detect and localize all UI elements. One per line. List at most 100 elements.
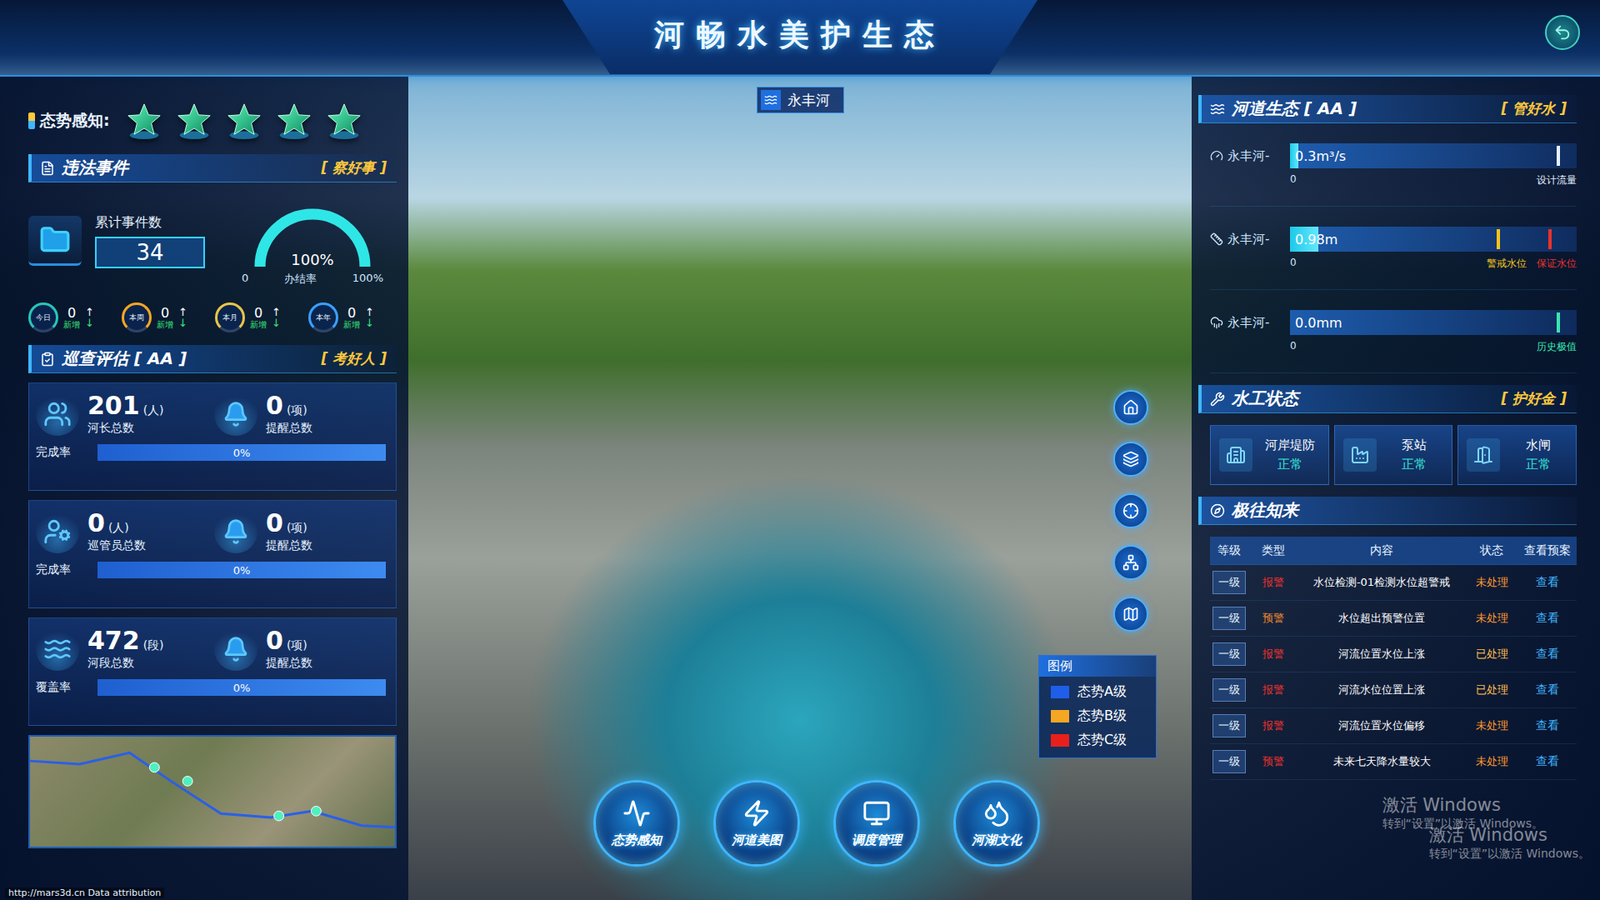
folder-pedestal	[28, 215, 82, 266]
trend-arrows: ↑↓	[365, 306, 375, 329]
type-cell: 报警	[1248, 682, 1299, 698]
legend-title: 图例	[1039, 655, 1156, 677]
tool-button[interactable]	[1113, 596, 1149, 632]
stat-label: 提醒总数	[265, 538, 313, 554]
people-icon	[43, 400, 72, 429]
facility-icon	[1350, 445, 1370, 465]
meter-value: 0.0mm	[1290, 315, 1343, 331]
map-icon	[1122, 605, 1140, 623]
panel-header: 极往知来	[1198, 496, 1577, 525]
facility-icon	[1225, 445, 1246, 465]
table-row: 一级报警河流位置水位偏移未处理查看	[1210, 708, 1577, 745]
scene-view[interactable]: 图例态势A级态势B级态势C级	[408, 113, 1192, 780]
trend-arrows: ↑↓	[85, 306, 95, 329]
grade-cell: 一级	[1210, 750, 1249, 774]
river-tag[interactable]: 永丰河	[756, 86, 845, 114]
view-link[interactable]: 查看	[1535, 610, 1560, 625]
trend-arrows: ↑↓	[178, 306, 188, 329]
meter-bar: 0.3m³/s	[1290, 143, 1577, 169]
stat-unit: (项)	[286, 520, 308, 536]
work-status: 正常	[1401, 456, 1427, 473]
work-tile[interactable]: 水闸正常	[1457, 425, 1577, 485]
tool-button[interactable]	[1113, 545, 1149, 580]
star-icon	[225, 101, 264, 140]
nav-button[interactable]: 河道美图	[713, 780, 800, 867]
tool-button[interactable]	[1113, 493, 1149, 529]
title-plate: 河畅水美护生态	[562, 0, 1038, 75]
watermark-copy: 激活 Windows转到“设置”以激活 Windows。	[1429, 823, 1590, 862]
stat: 0(人)巡管员总数	[35, 509, 208, 554]
total-label: 累计事件数	[95, 214, 222, 232]
document-icon	[40, 160, 55, 176]
mini-map[interactable]	[28, 735, 397, 849]
stat: 472(段)河段总数	[35, 626, 208, 671]
grade-cell: 一级	[1210, 642, 1249, 666]
stat-number: 0	[265, 509, 284, 537]
view-link[interactable]: 查看	[1535, 682, 1560, 696]
target-icon	[1122, 502, 1140, 520]
content-cell: 水位检测-01检测水位超警戒	[1298, 575, 1465, 590]
panel-motto: [ 管好水 ]	[1501, 99, 1567, 119]
legend-list: 态势A级态势B级态势C级	[1039, 676, 1156, 758]
work-name: 河岸堤防	[1265, 437, 1315, 454]
column-header: 内容	[1298, 543, 1465, 559]
grade-cell: 一级	[1210, 570, 1249, 595]
works-grid: 河岸堤防正常泵站正常水闸正常	[1198, 425, 1577, 485]
compass-icon	[1210, 503, 1225, 519]
stat-label: 河长总数	[87, 420, 165, 436]
action-cell: 查看	[1518, 754, 1577, 770]
tool-stack: 图例态势A级态势B级态势C级	[1038, 390, 1157, 759]
table-header: 等级类型内容状态查看预案	[1210, 536, 1577, 565]
period-stats: 今日0新增↑↓本周0新增↑↓本月0新增↑↓本年0新增↑↓	[28, 299, 397, 336]
tool-button[interactable]	[1113, 390, 1149, 425]
star-icon	[325, 101, 364, 140]
header: 河畅水美护生态	[0, 0, 1600, 77]
view-link[interactable]: 查看	[1535, 646, 1560, 660]
stat-number: 0	[87, 509, 105, 537]
period-badge: 本月	[215, 302, 245, 333]
rate-label: 覆盖率	[35, 680, 90, 695]
view-link[interactable]: 查看	[1535, 754, 1560, 768]
type-cell: 预警	[1248, 610, 1299, 626]
content-cell: 水位超出预警位置	[1298, 610, 1465, 626]
meter-mark	[1556, 312, 1560, 333]
nav-button[interactable]: 态势感知	[593, 780, 680, 867]
column-header: 类型	[1248, 543, 1299, 559]
legend-swatch	[1050, 710, 1070, 723]
nav-button[interactable]: 调度管理	[833, 780, 920, 867]
panel-title: 违法事件	[40, 156, 129, 180]
status-cell: 已处理	[1465, 646, 1519, 662]
panel-title: 河道生态 [ AA ]	[1210, 97, 1357, 120]
rate-label: 完成率	[35, 445, 90, 460]
grade-cell: 一级	[1210, 678, 1249, 702]
rate-text: 0%	[233, 564, 251, 577]
mark-label: 设计流量	[1536, 173, 1577, 188]
home-icon	[1122, 399, 1140, 416]
meter-icon	[1210, 232, 1224, 246]
bell-icon	[222, 518, 250, 545]
stat-unit: (段)	[143, 638, 165, 654]
work-tile[interactable]: 河岸堤防正常	[1210, 425, 1330, 485]
content-cell: 河流位置水位上涨	[1298, 646, 1465, 662]
work-tile[interactable]: 泵站正常	[1334, 425, 1454, 485]
layers-icon	[1122, 450, 1140, 468]
panel-header: 河道生态 [ AA ] [ 管好水 ]	[1198, 95, 1577, 124]
back-button[interactable]	[1545, 15, 1580, 50]
nav-button[interactable]: 河湖文化	[953, 780, 1040, 867]
meter-mark	[1548, 229, 1552, 250]
meter-name: 永丰河-	[1210, 226, 1290, 252]
stat-number: 0	[265, 626, 284, 655]
stat-unit: (项)	[286, 403, 308, 419]
stat: 0(项)提醒总数	[214, 626, 386, 671]
left-panel: 态势感知:违法事件[ 察好事 ]累计事件数34100%0办结率100%今日0新增…	[0, 76, 409, 900]
meter-body: 0.98m0警戒水位保证水位	[1290, 226, 1577, 271]
view-link[interactable]: 查看	[1535, 718, 1560, 732]
view-link[interactable]: 查看	[1535, 575, 1560, 589]
tool-button[interactable]	[1113, 441, 1149, 477]
period-item: 今日0新增↑↓	[28, 302, 117, 333]
trend-arrows: ↑↓	[271, 306, 281, 329]
stat-icon-wrap	[35, 510, 80, 554]
river-icon	[764, 93, 778, 107]
period-item: 本月0新增↑↓	[215, 302, 304, 333]
content-cell: 河流位置水位偏移	[1298, 718, 1465, 734]
